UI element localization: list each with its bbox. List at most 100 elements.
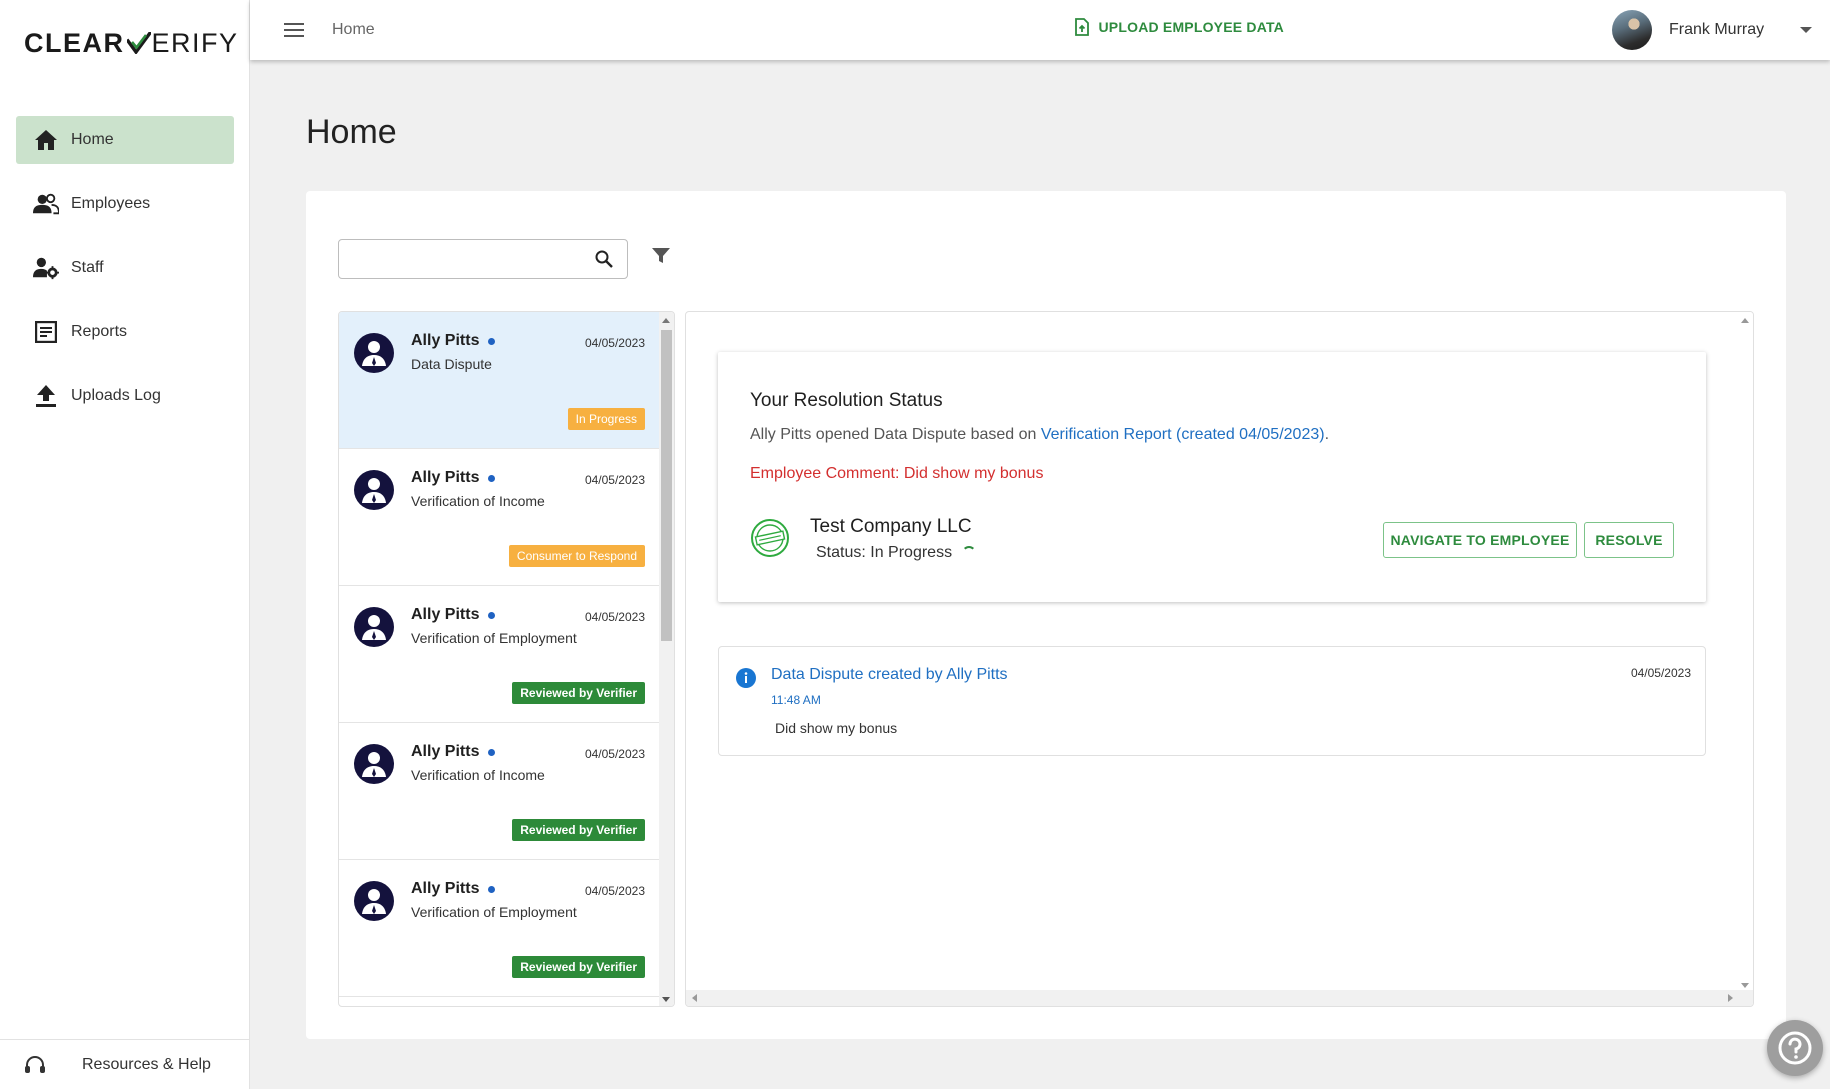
unread-dot <box>488 474 496 482</box>
ticket-type: Data Dispute <box>411 356 492 372</box>
timeline-entry: Data Dispute created by Ally Pitts 11:48… <box>718 646 1706 756</box>
clearverify-logo[interactable]: CLEAR ERIFY <box>24 26 239 60</box>
sidebar-item-label: Uploads Log <box>71 387 161 404</box>
ticket-employee-name: Ally Pitts <box>411 469 496 487</box>
scroll-left-arrow-icon[interactable] <box>692 994 697 1002</box>
ticket-list-item[interactable] <box>339 997 661 1006</box>
help-button[interactable] <box>1767 1020 1823 1076</box>
ticket-date: 04/05/2023 <box>584 473 645 487</box>
logo-text-verify: ERIFY <box>151 27 239 58</box>
resources-help-label: Resources & Help <box>82 1055 211 1073</box>
resolve-button[interactable]: RESOLVE <box>1584 522 1674 558</box>
scrollbar-thumb[interactable] <box>661 330 672 641</box>
hamburger-menu-icon[interactable] <box>282 18 306 42</box>
status-badge: In Progress <box>567 408 645 430</box>
ticket-date: 04/05/2023 <box>584 610 645 624</box>
ticket-list-scrollbar[interactable] <box>659 312 674 1006</box>
people-icon <box>33 191 59 217</box>
company-status-text: Status: In Progress <box>816 544 953 561</box>
ticket-name-text: Ally Pitts <box>411 469 480 486</box>
sidebar-nav: Home Employees Staff Reports Uploads Log <box>16 116 234 436</box>
employee-comment: Employee Comment: Did show my bonus <box>750 465 1044 482</box>
filter-icon[interactable] <box>652 248 670 264</box>
ticket-name-text: Ally Pitts <box>411 332 480 349</box>
scroll-right-arrow-icon[interactable] <box>1728 994 1733 1002</box>
ticket-list-item[interactable]: Ally Pitts 04/05/2023 Verification of Em… <box>339 860 661 997</box>
page-title: Home <box>306 113 397 151</box>
ticket-type: Verification of Employment <box>411 904 577 920</box>
sidebar-item-label: Home <box>71 131 114 148</box>
ticket-name-text: Ally Pitts <box>411 880 480 897</box>
status-badge: Reviewed by Verifier <box>512 956 645 978</box>
ticket-detail-panel: Your Resolution Status Ally Pitts opened… <box>685 311 1754 1007</box>
search-box <box>338 239 628 279</box>
breadcrumb: Home <box>332 21 375 38</box>
upload-icon <box>33 383 59 409</box>
ticket-list: Ally Pitts 04/05/2023 Data Dispute In Pr… <box>338 311 675 1007</box>
ticket-type: Verification of Income <box>411 493 545 509</box>
search-input[interactable] <box>349 240 589 278</box>
top-app-bar: Home UPLOAD EMPLOYEE DATA Frank Murray <box>250 0 1830 60</box>
sidebar-item-uploads-log[interactable]: Uploads Log <box>16 372 234 420</box>
sidebar: CLEAR ERIFY Home Employees Staff Reports… <box>0 0 250 1089</box>
detail-horizontal-scrollbar[interactable] <box>686 990 1753 1006</box>
unread-dot <box>488 748 496 756</box>
sidebar-item-employees[interactable]: Employees <box>16 180 234 228</box>
resolution-description-suffix: . <box>1324 426 1330 443</box>
scroll-up-arrow-icon[interactable] <box>1741 318 1749 323</box>
upload-employee-data-button[interactable]: UPLOAD EMPLOYEE DATA <box>1074 18 1285 36</box>
company-name: Test Company LLC <box>810 516 972 537</box>
detail-vertical-scrollbar[interactable] <box>1738 312 1753 992</box>
timeline-body: Did show my bonus <box>775 720 898 736</box>
scroll-down-arrow-icon[interactable] <box>1741 983 1749 988</box>
scroll-down-arrow-icon[interactable] <box>662 997 670 1002</box>
resolution-title: Your Resolution Status <box>750 390 943 411</box>
home-content-card: Ally Pitts 04/05/2023 Data Dispute In Pr… <box>306 191 1786 1039</box>
unread-dot <box>488 885 496 893</box>
question-mark-icon <box>1778 1031 1812 1065</box>
staff-settings-icon <box>33 255 59 281</box>
sidebar-item-reports[interactable]: Reports <box>16 308 234 356</box>
resources-help-link[interactable]: Resources & Help <box>0 1039 250 1089</box>
company-status: Status: In Progress <box>816 544 977 562</box>
ticket-name-text: Ally Pitts <box>411 743 480 760</box>
timeline-title: Data Dispute created by Ally Pitts <box>771 666 1008 683</box>
upload-employee-data-label: UPLOAD EMPLOYEE DATA <box>1098 19 1284 35</box>
ticket-employee-name: Ally Pitts <box>411 880 496 898</box>
ticket-list-item[interactable]: Ally Pitts 04/05/2023 Data Dispute In Pr… <box>339 312 661 449</box>
verification-report-link[interactable]: Verification Report (created 04/05/2023) <box>1041 426 1325 443</box>
user-avatar-icon <box>354 744 394 784</box>
report-icon <box>33 319 59 345</box>
file-upload-icon <box>1074 18 1089 36</box>
ticket-date: 04/05/2023 <box>584 747 645 761</box>
avatar <box>1612 10 1652 50</box>
ticket-list-item[interactable]: Ally Pitts 04/05/2023 Verification of In… <box>339 723 661 860</box>
user-avatar-icon <box>354 470 394 510</box>
chevron-down-icon[interactable] <box>1800 21 1813 39</box>
ticket-date: 04/05/2023 <box>584 336 645 350</box>
resolution-description-text: Ally Pitts opened Data Dispute based on <box>750 426 1041 443</box>
scroll-up-arrow-icon[interactable] <box>662 318 670 323</box>
ticket-date: 04/05/2023 <box>584 884 645 898</box>
ticket-name-text: Ally Pitts <box>411 606 480 623</box>
user-avatar-icon <box>354 333 394 373</box>
sidebar-item-staff[interactable]: Staff <box>16 244 234 292</box>
user-menu[interactable]: Frank Murray <box>1612 10 1813 50</box>
user-name: Frank Murray <box>1669 21 1765 38</box>
timeline-time: 11:48 AM <box>771 693 821 707</box>
search-icon[interactable] <box>595 250 613 268</box>
sidebar-item-home[interactable]: Home <box>16 116 234 164</box>
company-stamp-icon <box>751 519 789 557</box>
timeline-date: 04/05/2023 <box>1630 666 1691 680</box>
home-icon <box>33 127 59 153</box>
ticket-type: Verification of Employment <box>411 630 577 646</box>
ticket-list-item[interactable]: Ally Pitts 04/05/2023 Verification of In… <box>339 449 661 586</box>
ticket-list-scroll-area: Ally Pitts 04/05/2023 Data Dispute In Pr… <box>339 312 661 1006</box>
logo-check-icon <box>126 32 151 54</box>
sidebar-item-label: Staff <box>71 259 104 276</box>
ticket-list-item[interactable]: Ally Pitts 04/05/2023 Verification of Em… <box>339 586 661 723</box>
unread-dot <box>488 337 496 345</box>
user-avatar-icon <box>354 607 394 647</box>
navigate-to-employee-button[interactable]: NAVIGATE TO EMPLOYEE <box>1383 522 1577 558</box>
info-icon <box>736 668 756 688</box>
